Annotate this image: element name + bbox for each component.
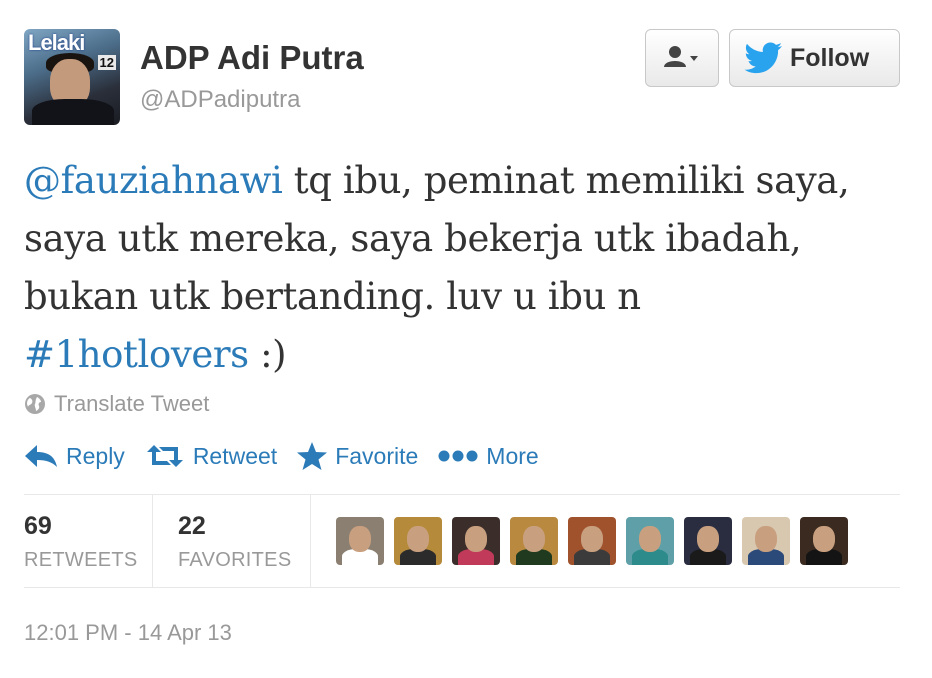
- retweet-label: Retweet: [192, 442, 278, 469]
- tweet-timestamp[interactable]: 12:01 PM - 14 Apr 13: [24, 620, 232, 646]
- favoriter-avatars: [336, 517, 848, 565]
- star-icon: [297, 442, 328, 470]
- favoriter-avatar[interactable]: [684, 517, 732, 565]
- retweet-icon: [146, 445, 183, 467]
- favorites-label: FAVORITES: [178, 549, 292, 571]
- favorite-label: Favorite: [335, 442, 419, 469]
- display-name[interactable]: ADP Adi Putra: [140, 39, 364, 77]
- divider-top: [24, 494, 900, 495]
- more-label: More: [486, 442, 539, 469]
- tweet-line-1: @fauziahnawi tq ibu, peminat memiliki sa…: [24, 152, 914, 210]
- favoriter-avatar[interactable]: [568, 517, 616, 565]
- hashtag-link[interactable]: #1hotlovers: [24, 333, 249, 376]
- stats-divider-2: [310, 495, 311, 587]
- more-action[interactable]: More: [438, 442, 539, 470]
- retweets-stat[interactable]: 69 RETWEETS: [24, 512, 138, 572]
- reply-icon: [25, 445, 57, 467]
- user-actions-button[interactable]: [645, 29, 719, 87]
- tweet-line-4: #1hotlovers :): [24, 326, 914, 384]
- reply-action[interactable]: Reply: [24, 443, 125, 470]
- favorites-stat[interactable]: 22 FAVORITES: [178, 512, 291, 572]
- user-handle[interactable]: @ADPadiputra: [140, 86, 300, 114]
- avatar-magazine-title: Lelaki: [28, 30, 85, 55]
- favoriter-avatar-face: [349, 526, 371, 552]
- reply-label: Reply: [66, 442, 125, 469]
- profile-avatar[interactable]: Lelaki 12: [24, 29, 120, 125]
- follow-label: Follow: [790, 44, 870, 72]
- favoriter-avatar-face: [465, 526, 487, 552]
- tweet-line-4-text: :): [248, 333, 287, 376]
- favoriter-avatar-face: [639, 526, 661, 552]
- follow-button[interactable]: Follow: [729, 29, 900, 87]
- more-dots-icon: [438, 450, 478, 462]
- retweets-label: RETWEETS: [24, 549, 138, 571]
- favorite-action[interactable]: Favorite: [297, 442, 418, 470]
- favoriter-avatar-face: [581, 526, 603, 552]
- favoriter-avatar-face: [697, 526, 719, 552]
- tweet-line-3: bukan utk bertanding. luv u ibu n: [24, 275, 641, 318]
- user-dropdown-icon: [664, 46, 698, 67]
- tweet-text: @fauziahnawi tq ibu, peminat memiliki sa…: [24, 152, 914, 384]
- favoriter-avatar[interactable]: [452, 517, 500, 565]
- favoriter-avatar[interactable]: [800, 517, 848, 565]
- stats-divider-1: [152, 495, 153, 587]
- favoriter-avatar-face: [755, 526, 777, 552]
- tweet-line-2: saya utk mereka, saya bekerja utk ibadah…: [24, 217, 802, 260]
- favoriter-avatar[interactable]: [742, 517, 790, 565]
- favoriter-avatar[interactable]: [394, 517, 442, 565]
- favorites-count: 22: [178, 512, 206, 540]
- translate-tweet[interactable]: Translate Tweet: [24, 390, 209, 418]
- avatar-issue-number: 12: [97, 55, 116, 70]
- tweet-actions: Reply Retweet Favorite More: [24, 436, 559, 476]
- favoriter-avatar-face: [813, 526, 835, 552]
- globe-icon: [25, 394, 45, 414]
- translate-label: Translate Tweet: [54, 391, 210, 416]
- retweets-count: 69: [24, 512, 52, 540]
- favoriter-avatar-face: [523, 526, 545, 552]
- favoriter-avatar[interactable]: [626, 517, 674, 565]
- twitter-bird-icon: [744, 42, 782, 74]
- mention-link[interactable]: @fauziahnawi: [24, 159, 283, 202]
- divider-bottom: [24, 587, 900, 588]
- retweet-action[interactable]: Retweet: [145, 443, 277, 470]
- favoriter-avatar[interactable]: [336, 517, 384, 565]
- favoriter-avatar-face: [407, 526, 429, 552]
- favoriter-avatar[interactable]: [510, 517, 558, 565]
- avatar-suit: [32, 99, 114, 125]
- tweet-line-1-text: tq ibu, peminat memiliki saya,: [282, 159, 850, 202]
